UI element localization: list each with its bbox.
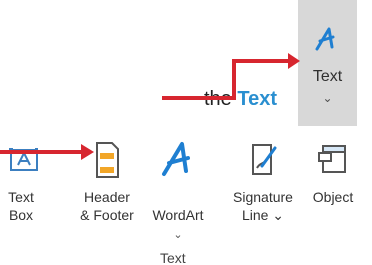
wordart-icon <box>162 142 190 176</box>
text-ribbon-button-zoomed[interactable]: Text ⌄ <box>298 0 357 126</box>
object-label: Object <box>312 189 354 205</box>
text-box-button[interactable]: Text Box <box>0 138 42 234</box>
instruction-text: the Text <box>204 88 277 111</box>
text-box-icon <box>9 148 38 171</box>
wordart-a-icon <box>315 27 335 51</box>
text-ribbon-group: Text Box Header & Footer WordArt ⌄ Signa… <box>0 138 372 265</box>
header-footer-button[interactable]: Header & Footer <box>76 138 138 234</box>
instruction-prefix: the <box>204 88 238 110</box>
zoom-text-label: Text <box>312 68 343 85</box>
header-footer-label: Header & Footer <box>80 189 134 223</box>
text-box-label: Text Box <box>8 189 34 223</box>
chevron-down-icon: ⌄ <box>322 91 333 105</box>
instruction-highlight: Text <box>237 88 277 110</box>
text-group-label: Text <box>160 250 186 265</box>
signature-line-icon <box>252 144 277 175</box>
chevron-down-icon: ⌄ <box>173 229 183 241</box>
tutorial-screenshot: the Text Text ⌄ Text Box Header & Footer <box>0 0 372 265</box>
signature-line-label: Signature Line ⌄ <box>233 189 293 223</box>
wordart-button[interactable]: WordArt ⌄ <box>148 138 208 241</box>
header-footer-icon <box>96 142 119 178</box>
object-button[interactable]: Object <box>304 138 362 234</box>
object-icon <box>318 145 346 173</box>
signature-line-button[interactable]: Signature Line ⌄ <box>226 138 300 234</box>
